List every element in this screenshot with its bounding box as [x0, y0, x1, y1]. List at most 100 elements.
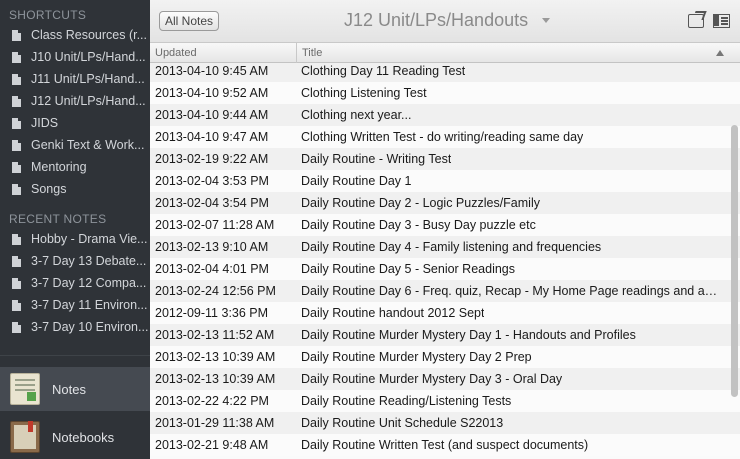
- note-icon: [12, 321, 21, 333]
- notebook-icon: [12, 139, 21, 151]
- sidebar-shortcut-item[interactable]: Genki Text & Work...: [0, 134, 150, 156]
- note-row[interactable]: 2013-02-04 3:53 PM Daily Routine Day 1: [150, 170, 740, 192]
- shortcuts-list: Class Resources (r... J10 Unit/LPs/Hand..…: [0, 24, 150, 200]
- sidebar-recent-note-item[interactable]: 3-7 Day 13 Debate...: [0, 250, 150, 272]
- note-title: Clothing Listening Test: [301, 86, 427, 100]
- sidebar-item-label: Songs: [31, 182, 67, 196]
- note-updated: 2013-04-10 9:47 AM: [155, 130, 269, 144]
- sidebar-item-label: JIDS: [31, 116, 59, 130]
- scrollbar[interactable]: [729, 63, 740, 459]
- sidebar-shortcut-item[interactable]: Songs: [0, 178, 150, 200]
- sidebar-shortcut-item[interactable]: J11 Unit/LPs/Hand...: [0, 68, 150, 90]
- note-updated: 2013-02-13 10:39 AM: [155, 372, 276, 386]
- chevron-down-icon[interactable]: [542, 18, 550, 23]
- notes-label: Notes: [52, 381, 86, 397]
- note-title: Daily Routine Day 4 - Family listening a…: [301, 240, 602, 254]
- column-title[interactable]: Title: [302, 47, 322, 59]
- note-row[interactable]: 2013-02-19 9:22 AM Daily Routine - Writin…: [150, 148, 740, 170]
- sidebar-notes-button[interactable]: Notes: [0, 367, 150, 411]
- sidebar-item-label: Genki Text & Work...: [31, 138, 145, 152]
- note-row[interactable]: 2013-02-04 4:01 PM Daily Routine Day 5 - …: [150, 258, 740, 280]
- note-row[interactable]: 2013-02-22 4:22 PM Daily Routine Reading/…: [150, 390, 740, 412]
- note-updated: 2012-09-11 3:36 PM: [155, 306, 269, 320]
- note-updated: 2013-02-07 11:28 AM: [155, 218, 275, 232]
- note-title: Clothing next year...: [301, 108, 412, 122]
- note-title: Daily Routine Unit Schedule S22013: [301, 416, 504, 430]
- note-title: Daily Routine Day 3 - Busy Day puzzle et…: [301, 218, 536, 232]
- note-title: Daily Routine handout 2012 Sept: [301, 306, 485, 320]
- note-updated: 2013-02-04 3:54 PM: [155, 196, 269, 210]
- note-row[interactable]: 2013-02-21 9:48 AM Daily Routine Written …: [150, 434, 740, 456]
- note-title: Daily Routine Reading/Listening Tests: [301, 394, 512, 408]
- note-row[interactable]: 2013-02-13 10:39 AM Daily Routine Murder …: [150, 346, 740, 368]
- note-title: Daily Routine Day 1: [301, 174, 412, 188]
- note-icon: [12, 255, 21, 267]
- note-updated: 2013-02-22 4:22 PM: [155, 394, 269, 408]
- note-title: Daily Routine Murder Mystery Day 3 - Ora…: [301, 372, 563, 386]
- sidebar: SHORTCUTS Class Resources (r... J10 Unit/…: [0, 0, 150, 459]
- note-updated: 2013-02-13 11:52 AM: [155, 328, 275, 342]
- note-updated: 2013-02-04 3:53 PM: [155, 174, 269, 188]
- note-title: Clothing Written Test - do writing/readi…: [301, 130, 584, 144]
- note-row[interactable]: 2013-02-13 10:39 AM Daily Routine Murder …: [150, 368, 740, 390]
- note-row[interactable]: 2013-02-13 9:10 AM Daily Routine Day 4 - …: [150, 236, 740, 258]
- sidebar-shortcut-item[interactable]: Mentoring: [0, 156, 150, 178]
- note-row[interactable]: 2013-04-10 9:45 AM Clothing Day 11 Readin…: [150, 63, 740, 82]
- note-row[interactable]: 2013-04-10 9:44 AM Clothing next year...: [150, 104, 740, 126]
- note-updated: 2013-02-24 12:56 PM: [155, 284, 276, 298]
- scrollbar-thumb[interactable]: [731, 125, 738, 397]
- note-row[interactable]: 2013-02-13 11:52 AM Daily Routine Murder …: [150, 324, 740, 346]
- notebook-icon: [12, 95, 21, 107]
- sidebar-shortcut-item[interactable]: Class Resources (r...: [0, 24, 150, 46]
- sidebar-item-label: Mentoring: [31, 160, 87, 174]
- note-updated: 2013-02-04 4:01 PM: [155, 262, 269, 276]
- note-list: 2013-04-10 9:45 AM Clothing Day 11 Readin…: [150, 63, 740, 459]
- note-row[interactable]: 2013-02-07 11:28 AM Daily Routine Day 3 -…: [150, 214, 740, 236]
- note-updated: 2013-01-29 11:38 AM: [155, 416, 275, 430]
- shortcuts-header: SHORTCUTS: [9, 8, 87, 22]
- sidebar-item-label: Hobby - Drama Vie...: [31, 232, 148, 246]
- note-row[interactable]: 2013-01-29 11:38 AM Daily Routine Unit Sc…: [150, 412, 740, 434]
- sort-ascending-icon[interactable]: [716, 50, 724, 56]
- notebook-icon: [12, 51, 21, 63]
- notebook-title[interactable]: J12 Unit/LPs/Handouts: [344, 10, 528, 31]
- share-icon[interactable]: [688, 14, 704, 28]
- sidebar-recent-note-item[interactable]: 3-7 Day 11 Environ...: [0, 294, 150, 316]
- notebook-icon: [12, 161, 21, 173]
- note-title: Daily Routine Day 5 - Senior Readings: [301, 262, 515, 276]
- note-updated: 2013-02-13 10:39 AM: [155, 350, 276, 364]
- sidebar-recent-note-item[interactable]: 3-7 Day 12 Compa...: [0, 272, 150, 294]
- sidebar-item-label: 3-7 Day 11 Environ...: [31, 298, 148, 312]
- recent-notes-list: Hobby - Drama Vie... 3-7 Day 13 Debate...…: [0, 228, 150, 338]
- sidebar-item-label: 3-7 Day 10 Environ...: [31, 320, 149, 334]
- all-notes-button[interactable]: All Notes: [159, 11, 219, 31]
- sidebar-item-label: Class Resources (r...: [31, 28, 148, 42]
- note-row[interactable]: 2013-02-24 12:56 PM Daily Routine Day 6 -…: [150, 280, 740, 302]
- sidebar-item-label: 3-7 Day 13 Debate...: [31, 254, 147, 268]
- sidebar-recent-note-item[interactable]: 3-7 Day 10 Environ...: [0, 316, 150, 338]
- sidebar-shortcut-item[interactable]: J12 Unit/LPs/Hand...: [0, 90, 150, 112]
- notebook-icon: [12, 73, 21, 85]
- note-updated: 2013-02-21 9:48 AM: [155, 438, 269, 452]
- column-updated[interactable]: Updated: [155, 47, 197, 59]
- notebooks-icon: [10, 421, 40, 453]
- note-row[interactable]: 2013-04-10 9:47 AM Clothing Written Test …: [150, 126, 740, 148]
- note-row[interactable]: 2012-09-11 3:36 PM Daily Routine handout …: [150, 302, 740, 324]
- column-header: Updated Title: [150, 43, 740, 63]
- sidebar-item-label: J12 Unit/LPs/Hand...: [31, 94, 146, 108]
- note-row[interactable]: 2013-02-04 3:54 PM Daily Routine Day 2 - …: [150, 192, 740, 214]
- note-updated: 2013-04-10 9:45 AM: [155, 64, 269, 78]
- notebook-icon: [12, 117, 21, 129]
- sidebar-shortcut-item[interactable]: JIDS: [0, 112, 150, 134]
- note-title: Daily Routine - Writing Test: [301, 152, 452, 166]
- note-title: Daily Routine Written Test (and suspect …: [301, 438, 589, 452]
- note-row[interactable]: 2013-04-10 9:52 AM Clothing Listening Tes…: [150, 82, 740, 104]
- sidebar-notebooks-button[interactable]: Notebooks: [0, 415, 150, 459]
- view-options-icon[interactable]: [713, 14, 730, 28]
- sidebar-shortcut-item[interactable]: J10 Unit/LPs/Hand...: [0, 46, 150, 68]
- column-divider[interactable]: [296, 43, 297, 63]
- note-title: Clothing Day 11 Reading Test: [301, 64, 466, 78]
- note-title: Daily Routine Murder Mystery Day 2 Prep: [301, 350, 532, 364]
- note-updated: 2013-04-10 9:44 AM: [155, 108, 269, 122]
- sidebar-recent-note-item[interactable]: Hobby - Drama Vie...: [0, 228, 150, 250]
